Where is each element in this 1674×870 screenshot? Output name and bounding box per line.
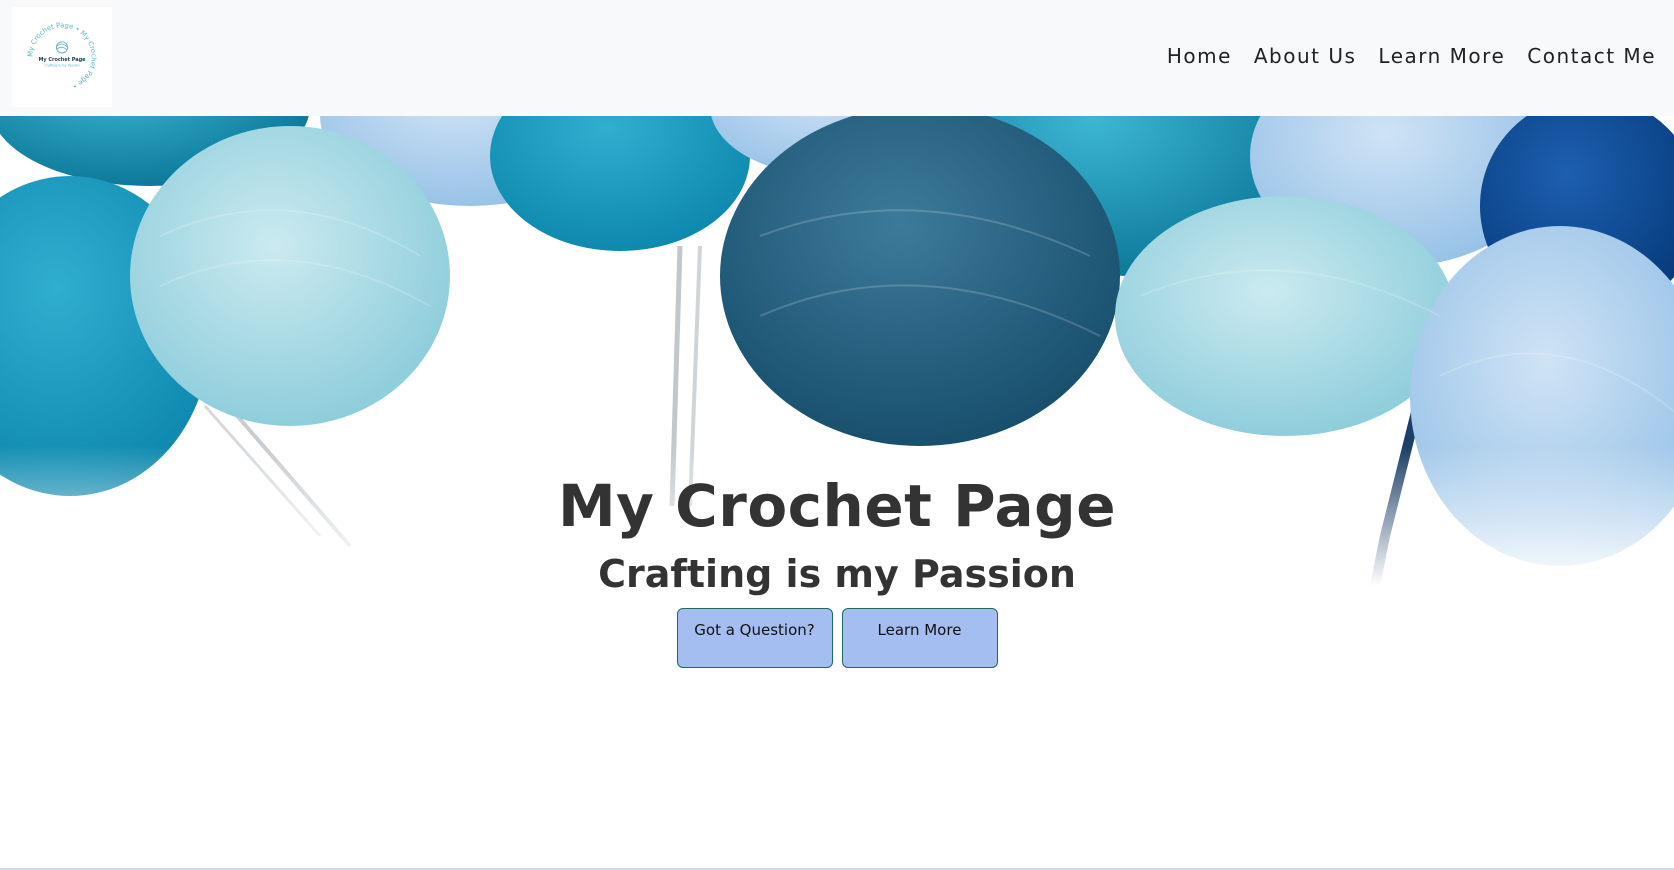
hero-buttons: Got a Question? Learn More (0, 608, 1674, 668)
svg-text:My Crochet Page • My Crochet P: My Crochet Page • My Crochet Page • (26, 21, 97, 90)
nav-about-us[interactable]: About Us (1254, 44, 1357, 68)
nav-home[interactable]: Home (1167, 44, 1232, 68)
hero-content: My Crochet Page Crafting is my Passion G… (0, 472, 1674, 668)
top-navbar: My Crochet Page • My Crochet Page • My C… (0, 0, 1674, 116)
nav-learn-more[interactable]: Learn More (1378, 44, 1505, 68)
learn-more-button[interactable]: Learn More (841, 608, 998, 668)
logo-ring-text: My Crochet Page • My Crochet Page • (26, 21, 97, 90)
nav-contact-me[interactable]: Contact Me (1527, 44, 1656, 68)
logo-tagline: Crafting is my Passion (44, 64, 79, 68)
logo-badge: My Crochet Page • My Crochet Page • My C… (26, 21, 97, 90)
main-menu: Home About Us Learn More Contact Me (1167, 44, 1656, 68)
hero-title: My Crochet Page (557, 472, 1117, 540)
logo-title: My Crochet Page (38, 57, 86, 63)
hero-subtitle: Crafting is my Passion (598, 552, 1076, 596)
yarn-ball-icon (55, 41, 69, 54)
hero-section: My Crochet Page Crafting is my Passion G… (0, 116, 1674, 869)
got-a-question-button[interactable]: Got a Question? (676, 608, 833, 668)
site-logo[interactable]: My Crochet Page • My Crochet Page • My C… (12, 7, 112, 107)
